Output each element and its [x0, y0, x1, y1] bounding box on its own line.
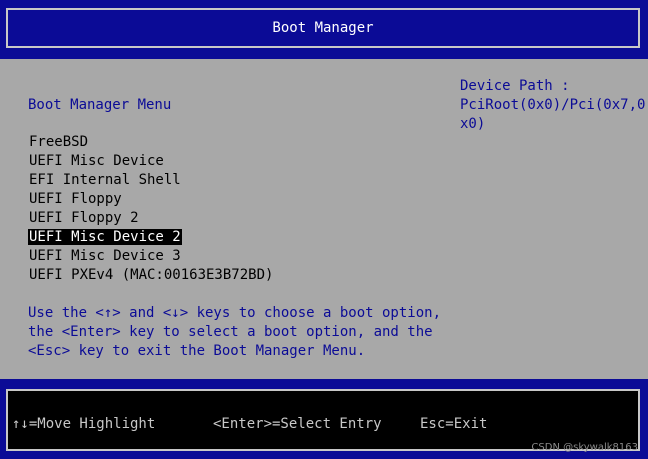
bios-screen: Boot Manager Boot Manager Menu Device Pa…	[0, 0, 648, 459]
boot-option-uefi-floppy[interactable]: UEFI Floppy	[28, 190, 274, 209]
exit-hint: Esc=Exit	[420, 416, 488, 432]
help-line-3: <Esc> key to exit the Boot Manager Menu.	[28, 343, 366, 359]
boot-option-freebsd[interactable]: FreeBSD	[28, 133, 274, 152]
main-panel: Boot Manager Menu Device Path : PciRoot(…	[0, 59, 648, 379]
header-frame: Boot Manager	[6, 8, 640, 48]
boot-option-list: FreeBSD UEFI Misc Device EFI Internal Sh…	[28, 133, 274, 285]
watermark: CSDN @skywalk8163	[531, 442, 638, 453]
device-path-line-2: x0)	[460, 116, 486, 132]
boot-option-efi-internal-shell[interactable]: EFI Internal Shell	[28, 171, 274, 190]
page-title: Boot Manager	[272, 20, 374, 36]
select-entry-hint: <Enter>=Select Entry	[213, 416, 382, 432]
boot-option-uefi-pxev4[interactable]: UEFI PXEv4 (MAC:00163E3B72BD)	[28, 266, 274, 285]
device-path-label: Device Path :	[460, 78, 570, 94]
device-path-line-1: PciRoot(0x0)/Pci(0x7,0	[460, 97, 646, 113]
header-bar: Boot Manager	[0, 0, 648, 59]
footer-bar: ↑↓=Move Highlight <Enter>=Select Entry E…	[0, 379, 648, 459]
help-text: Use the <↑> and <↓> keys to choose a boo…	[28, 304, 441, 361]
boot-option-uefi-misc-device-3[interactable]: UEFI Misc Device 3	[28, 247, 274, 266]
help-line-2: the <Enter> key to select a boot option,…	[28, 324, 433, 340]
boot-option-uefi-floppy-2[interactable]: UEFI Floppy 2	[28, 209, 274, 228]
boot-option-uefi-misc-device-2[interactable]: UEFI Misc Device 2	[28, 228, 274, 247]
boot-option-uefi-misc-device[interactable]: UEFI Misc Device	[28, 152, 274, 171]
menu-title: Boot Manager Menu	[28, 97, 172, 113]
help-line-1: Use the <↑> and <↓> keys to choose a boo…	[28, 305, 442, 321]
device-path-info: Device Path : PciRoot(0x0)/Pci(0x7,0 x0)	[460, 77, 646, 134]
move-highlight-hint: ↑↓=Move Highlight	[12, 416, 156, 432]
